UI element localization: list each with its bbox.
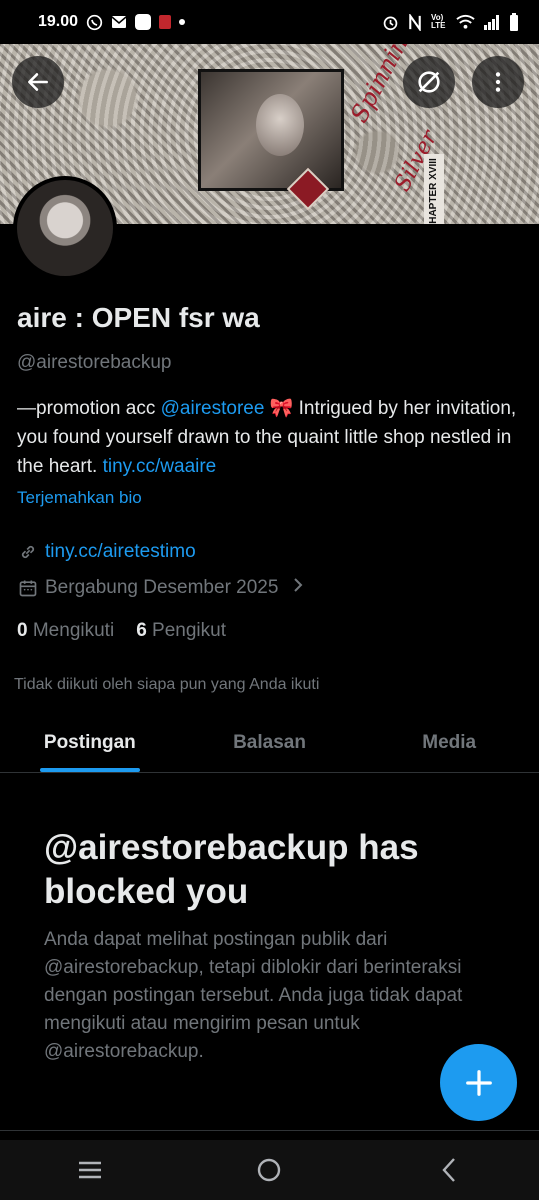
chevron-right-icon	[292, 577, 304, 599]
bio-emoji: 🎀	[264, 398, 299, 419]
grok-icon	[418, 71, 440, 93]
website-link[interactable]: tiny.cc/airetestimo	[45, 541, 196, 563]
joined-date: Bergabung Desember 2025	[45, 577, 279, 598]
tab-media[interactable]: Media	[359, 716, 539, 772]
more-vertical-icon	[495, 72, 501, 92]
home-icon	[258, 1158, 281, 1182]
app-icon	[135, 14, 152, 30]
system-nav-bar	[0, 1140, 539, 1200]
mail-icon	[111, 16, 127, 28]
wifi-icon	[456, 14, 475, 29]
banner-photo	[198, 69, 344, 191]
back-arrow-icon	[28, 73, 48, 91]
website-row: tiny.cc/airetestimo	[17, 541, 196, 563]
tab-replies[interactable]: Balasan	[180, 716, 360, 772]
profile-tabs: Postingan Balasan Media	[0, 716, 539, 773]
tab-media-label: Media	[422, 732, 477, 753]
banner-photo-face	[256, 94, 304, 156]
blocked-description: Anda dapat melihat postingan publik dari…	[44, 929, 463, 1062]
followers-stat[interactable]: 6 Pengikut	[136, 620, 226, 642]
grok-button[interactable]	[403, 56, 455, 108]
display-name: aire : OPEN fsr wa	[17, 302, 260, 333]
calendar-icon	[17, 577, 39, 599]
status-right: Vo) LTE	[382, 13, 519, 31]
whatsapp-icon	[86, 14, 103, 30]
compose-button[interactable]	[440, 1044, 517, 1121]
bio: —promotion acc @airestoree 🎀 Intrigued b…	[17, 394, 527, 481]
alarm-icon	[383, 16, 398, 30]
not-followed-notice: Tidak diikuti oleh siapa pun yang Anda i…	[14, 676, 320, 693]
link-icon	[17, 541, 39, 563]
plus-icon	[465, 1069, 492, 1096]
volte-icon: Vo) LTE	[431, 13, 446, 30]
bio-prefix: —promotion acc	[17, 398, 161, 419]
translate-bio-link[interactable]: Terjemahkan bio	[17, 488, 142, 508]
back-icon	[442, 1158, 456, 1182]
recents-button[interactable]	[60, 1148, 120, 1192]
bio-url-link[interactable]: tiny.cc/waaire	[103, 456, 217, 477]
followers-label: Pengikut	[152, 620, 226, 641]
more-button[interactable]	[472, 56, 524, 108]
tab-posts-label: Postingan	[43, 732, 136, 753]
dot-icon	[179, 19, 186, 25]
active-tab-indicator	[39, 768, 140, 772]
battery-icon	[510, 13, 518, 31]
bottom-divider	[0, 1130, 539, 1131]
avatar-image	[17, 180, 113, 276]
following-label: Mengikuti	[32, 620, 115, 641]
joined-row[interactable]: Bergabung Desember 2025	[17, 577, 304, 599]
home-button[interactable]	[239, 1148, 299, 1192]
bio-mention-link[interactable]: @airestoree	[161, 398, 265, 419]
tab-replies-label: Balasan	[233, 732, 306, 753]
nfc-icon	[409, 13, 421, 31]
tab-posts[interactable]: Postingan	[0, 716, 180, 772]
status-bar: 19.00 Vo) LTE	[0, 0, 539, 44]
news-icon	[159, 15, 172, 29]
signal-icon	[484, 14, 499, 30]
followers-count: 6	[136, 620, 147, 641]
following-count: 0	[17, 620, 28, 641]
recents-icon	[78, 1161, 101, 1179]
system-back-button[interactable]	[419, 1148, 479, 1192]
following-stat[interactable]: 0 Mengikuti	[17, 620, 114, 642]
status-time: 19.00	[38, 13, 79, 30]
banner-chapter-label: CHAPTER XVIII	[424, 154, 444, 224]
avatar[interactable]	[13, 176, 117, 280]
blocked-title: @airestorebackup has blocked you	[44, 828, 419, 911]
back-button[interactable]	[12, 56, 64, 108]
status-left: 19.00	[20, 13, 186, 31]
follow-stats: 0 Mengikuti 6 Pengikut	[17, 620, 226, 642]
handle: @airestorebackup	[17, 352, 172, 373]
